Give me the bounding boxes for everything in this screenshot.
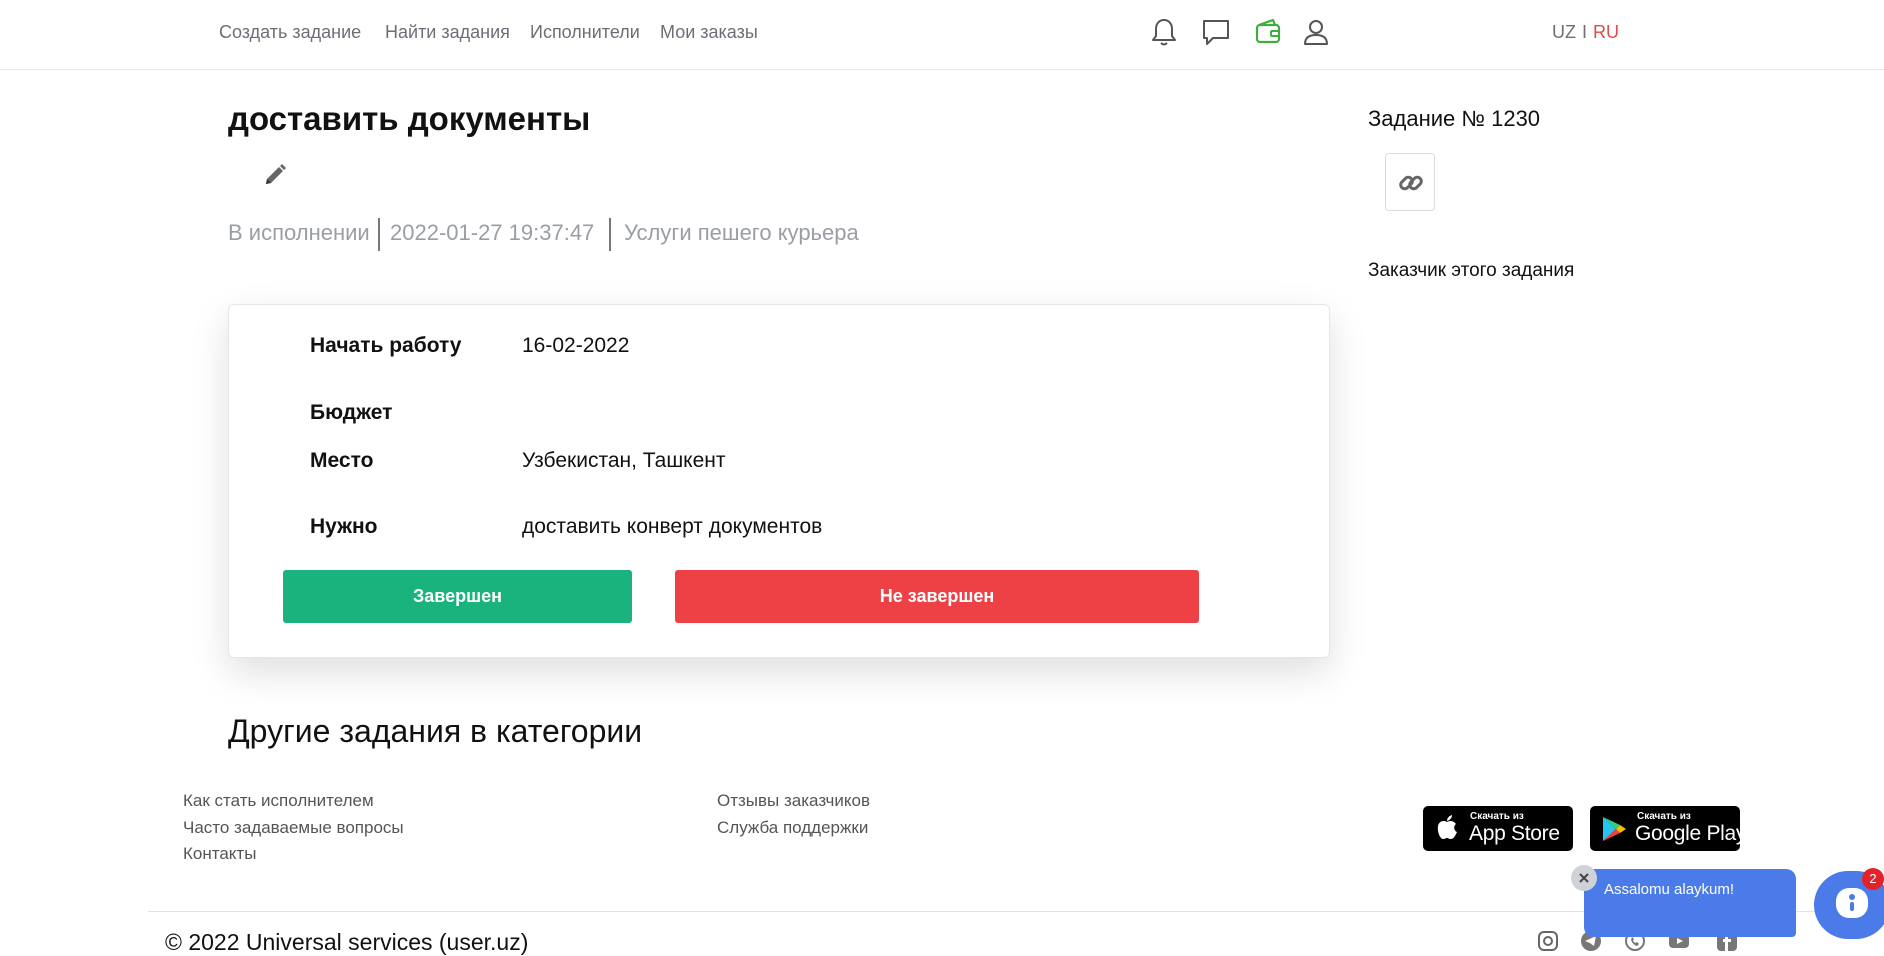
complete-button[interactable]: Завершен [283,570,632,623]
footer-link-support[interactable]: Служба поддержки [717,818,868,838]
task-category[interactable]: Услуги пешего курьера [624,220,859,246]
chat-close-button[interactable] [1571,865,1597,891]
task-number: Задание № 1230 [1368,106,1541,131]
footer-link-contacts[interactable]: Контакты [183,844,256,864]
chat-greeting-text: Assalomu alaykum! [1604,881,1735,898]
close-icon [1579,873,1589,883]
google-play-badge[interactable]: Скачать из Google Play [1590,806,1746,851]
user-icon[interactable] [1300,16,1332,48]
other-tasks-title: Другие задания в категории [228,713,643,749]
lang-separator: I [1582,22,1588,42]
detail-value-start: 16-02-2022 [522,334,630,357]
nav-my-orders[interactable]: Мои заказы [660,22,758,43]
app-store-badge[interactable]: Скачать из App Store [1423,806,1573,851]
detail-label-needed: Нужно [310,515,378,538]
chat-icon[interactable] [1200,16,1232,48]
copy-link-button[interactable] [1385,153,1435,211]
link-icon [1399,175,1423,191]
detail-value-needed: доставить конверт документов [522,515,823,538]
detail-label-start: Начать работу [310,334,462,357]
apple-icon [1437,815,1457,839]
bell-icon[interactable] [1148,16,1180,48]
nav-find-tasks[interactable]: Найти задания [385,22,510,43]
task-details-card: Начать работу 16-02-2022 Бюджет Место Уз… [228,304,1330,658]
chat-unread-badge: 2 [1862,868,1884,890]
meta-divider [609,218,611,251]
detail-label-budget: Бюджет [310,401,393,424]
copyright: © 2022 Universal services (user.uz) [165,929,529,955]
nav-create-task[interactable]: Создать задание [219,22,361,43]
nav-performers[interactable]: Исполнители [530,22,640,43]
wallet-icon[interactable] [1252,16,1284,48]
google-play-big: Google Play [1635,822,1747,845]
chat-greeting-bubble[interactable]: Assalomu alaykum! [1584,869,1796,937]
customer-heading: Заказчик этого задания [1368,260,1575,281]
lang-ru[interactable]: RU [1593,22,1619,42]
google-play-icon [1603,817,1626,841]
task-title: доставить документы [228,100,591,137]
language-switcher: UZ I RU [1552,22,1619,43]
footer-link-reviews[interactable]: Отзывы заказчиков [717,791,870,811]
google-play-small: Скачать из [1637,811,1691,822]
footer-link-faq[interactable]: Часто задаваемые вопросы [183,818,404,838]
lang-uz[interactable]: UZ [1552,22,1576,42]
task-status: В исполнении [228,220,370,245]
task-date: 2022-01-27 19:37:47 [390,220,595,245]
app-store-small: Скачать из [1470,811,1524,822]
footer-link-become-performer[interactable]: Как стать исполнителем [183,791,374,811]
pencil-icon[interactable] [262,162,288,188]
instagram-icon[interactable] [1537,930,1559,952]
app-store-big: App Store [1469,822,1560,845]
not-complete-button[interactable]: Не завершен [675,570,1199,623]
top-navbar: Создать задание Найти задания Исполнител… [0,0,1884,70]
meta-divider [378,218,380,251]
detail-value-place: Узбекистан, Ташкент [522,449,726,472]
detail-label-place: Место [310,449,374,472]
